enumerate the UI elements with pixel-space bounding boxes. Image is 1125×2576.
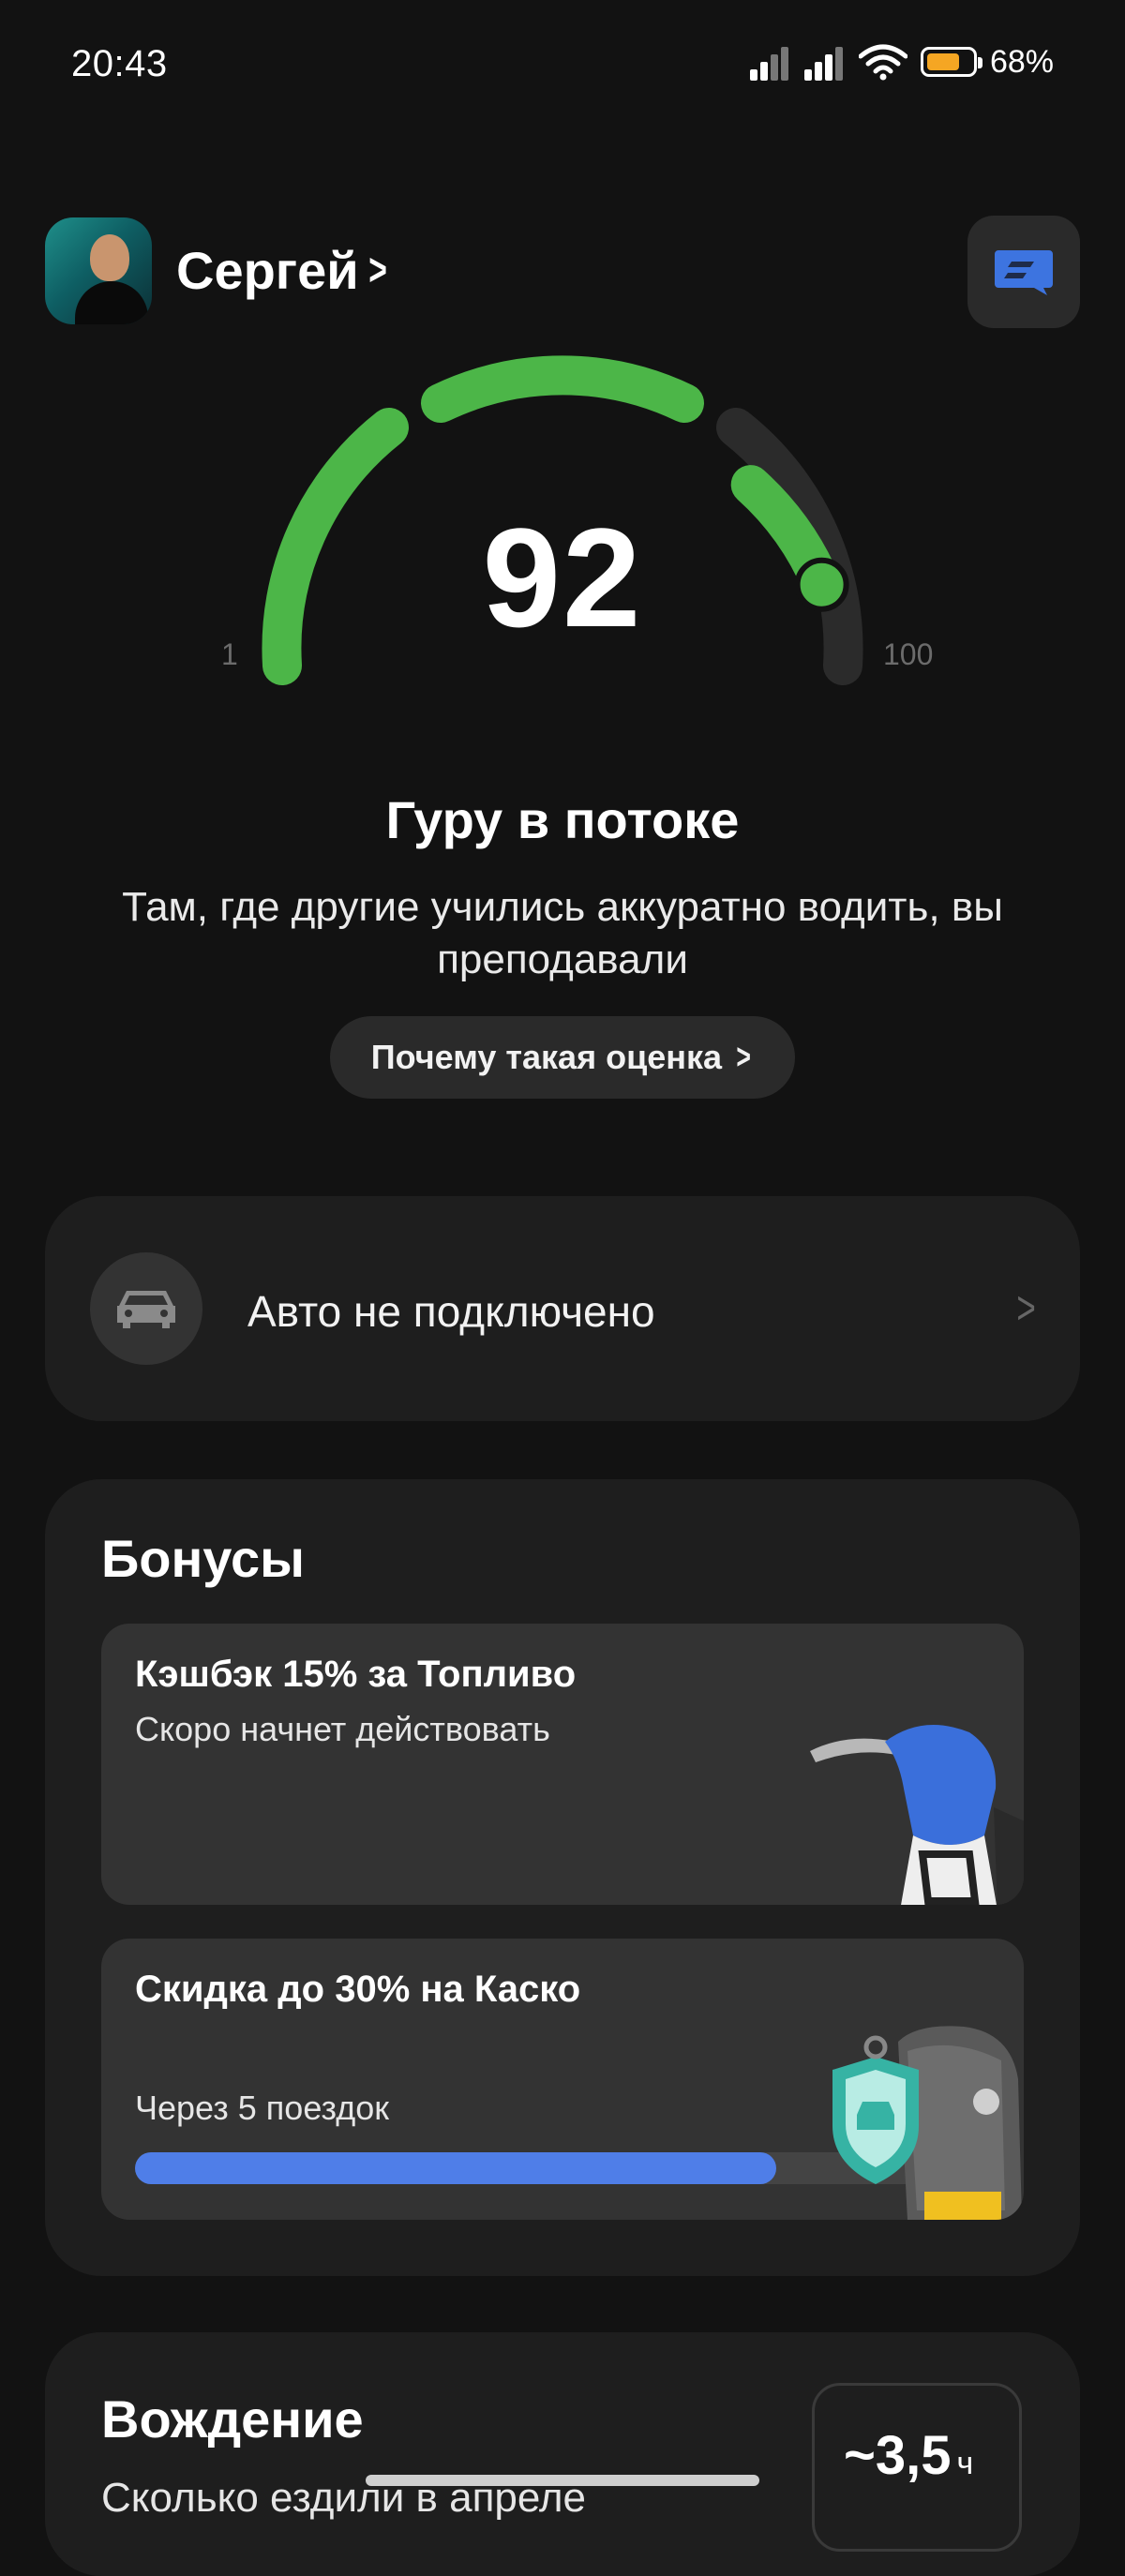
car-key-shield-icon: [832, 2026, 1022, 2220]
driving-hours-value: ~3,5: [844, 2425, 952, 2486]
why-score-button[interactable]: Почему такая оценка >: [330, 1016, 795, 1099]
car-status-label: Авто не подключено: [248, 1287, 655, 1336]
gauge-max-label: 100: [883, 637, 934, 671]
gauge-segment-2: [421, 355, 704, 423]
wifi-icon: [858, 44, 908, 81]
battery-icon: [920, 47, 982, 77]
driving-hours-unit: ч: [956, 2446, 974, 2481]
chevron-right-icon: >: [736, 1037, 751, 1077]
driving-hours: ~3,5 ч: [844, 2424, 973, 2487]
signal-icon: [749, 43, 791, 81]
score-value: 92: [482, 499, 643, 656]
support-chat-button[interactable]: [968, 216, 1080, 328]
chevron-right-icon: >: [368, 246, 387, 295]
rating-description: Там, где другие учились аккуратно водить…: [122, 884, 1003, 982]
battery-percent: 68%: [989, 43, 1054, 80]
status-icons: 68%: [749, 43, 1054, 81]
bonus-offer-kasko[interactable]: Скидка до 30% на Каско Через 5 поездок: [101, 1939, 1024, 2220]
chevron-right-icon: >: [1016, 1281, 1036, 1334]
rating-title: Гуру в потоке: [385, 790, 740, 849]
signal-icon-2: [803, 43, 846, 81]
offer-subtitle: Через 5 поездок: [135, 2089, 390, 2127]
status-time: 20:43: [71, 43, 168, 84]
home-indicator[interactable]: [366, 2475, 759, 2486]
car-icon: [90, 1252, 202, 1365]
trips-progress-fill: [135, 2152, 776, 2184]
gauge-min-label: 1: [221, 637, 238, 671]
profile-link[interactable]: Сергей >: [176, 240, 391, 301]
chat-icon: [995, 250, 1053, 295]
why-score-label: Почему такая оценка: [370, 1038, 723, 1076]
offer-title: Кэшбэк 15% за Топливо: [135, 1654, 577, 1695]
driving-title: Вождение: [101, 2389, 364, 2449]
avatar[interactable]: [45, 217, 152, 324]
user-name: Сергей: [176, 241, 359, 300]
offer-title: Скидка до 30% на Каско: [135, 1969, 581, 2010]
bonus-offer-fuel[interactable]: Кэшбэк 15% за Топливо Скоро начнет дейст…: [101, 1624, 1024, 1905]
offer-subtitle: Скоро начнет действовать: [135, 1710, 550, 1748]
fuel-nozzle-icon: [810, 1725, 1024, 1905]
bonuses-title: Бонусы: [101, 1529, 305, 1588]
